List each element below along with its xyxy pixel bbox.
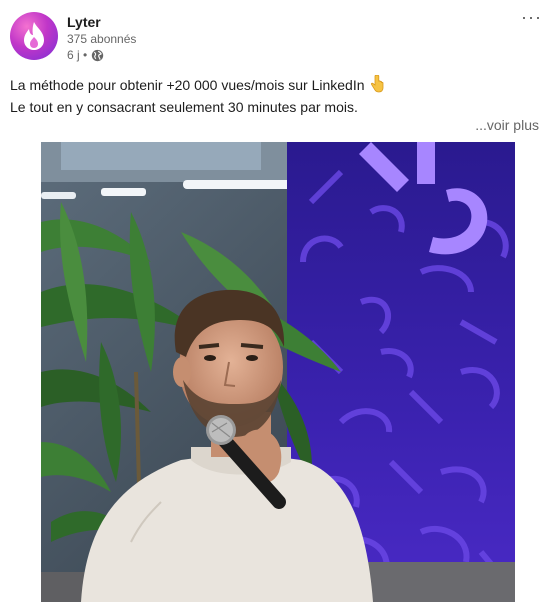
follower-count: 375 abonnés bbox=[67, 32, 137, 46]
post-meta: 6 j • bbox=[67, 48, 104, 62]
globe-icon bbox=[92, 49, 104, 61]
post-image[interactable] bbox=[41, 142, 515, 602]
post-line-2: Le tout en y consacrant seulement 30 min… bbox=[10, 99, 358, 115]
company-avatar[interactable] bbox=[10, 12, 58, 60]
author-name[interactable]: Lyter bbox=[67, 14, 101, 30]
post-body: La méthode pour obtenir +20 000 vues/moi… bbox=[10, 74, 540, 118]
post-line-1: La méthode pour obtenir +20 000 vues/moi… bbox=[10, 74, 540, 96]
see-more-link[interactable]: ...voir plus bbox=[475, 117, 539, 133]
flame-logo-icon bbox=[24, 22, 44, 50]
pointing-down-emoji-icon bbox=[370, 75, 383, 93]
linkedin-post: Lyter 375 abonnés 6 j • ··· La méthode p… bbox=[0, 0, 556, 602]
more-icon: ··· bbox=[521, 7, 542, 27]
more-options-button[interactable]: ··· bbox=[521, 8, 542, 26]
post-time: 6 j • bbox=[67, 48, 88, 62]
post-line-1-text: La méthode pour obtenir +20 000 vues/moi… bbox=[10, 77, 365, 93]
